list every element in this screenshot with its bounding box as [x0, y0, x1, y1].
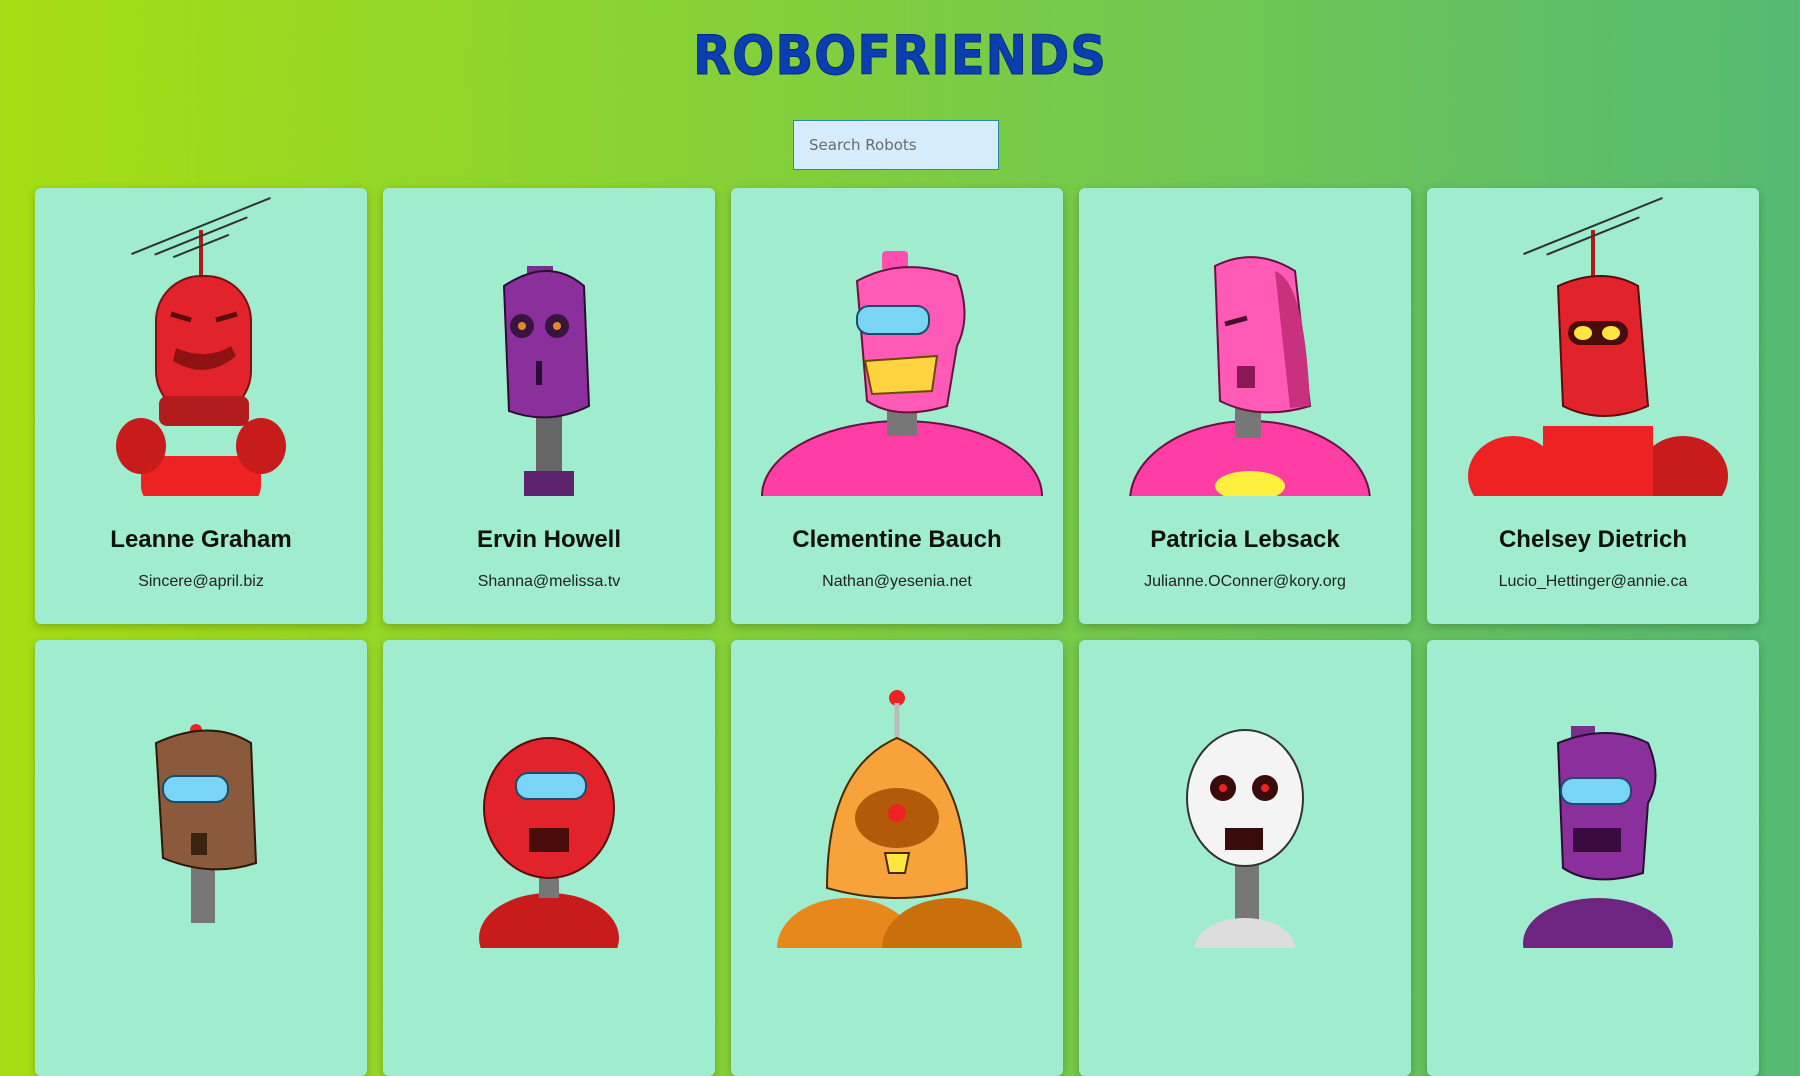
- orange-cyclops-robot-icon: [777, 690, 1022, 948]
- robot-name: Chelsey Dietrich: [1498, 526, 1688, 553]
- robot-card[interactable]: [731, 640, 1063, 1076]
- robot-name: Patricia Lebsack: [1150, 526, 1340, 553]
- robot-card[interactable]: [35, 640, 367, 1076]
- robot-name: Clementine Bauch: [792, 526, 1002, 553]
- page-title: ROBOFRIENDS: [693, 24, 1107, 88]
- robot-card[interactable]: Chelsey Dietrich Lucio_Hettinger@annie.c…: [1427, 188, 1759, 624]
- robot-card[interactable]: Patricia Lebsack Julianne.OConner@kory.o…: [1079, 188, 1411, 624]
- robot-card[interactable]: Ervin Howell Shanna@melissa.tv: [383, 188, 715, 624]
- brown-robot-icon: [154, 724, 258, 923]
- robot-email: Lucio_Hettinger@annie.ca: [1498, 573, 1688, 590]
- robot-email: Shanna@melissa.tv: [477, 573, 621, 590]
- robot-card[interactable]: Clementine Bauch Nathan@yesenia.net: [731, 188, 1063, 624]
- red-visor-robot-icon: [479, 737, 619, 948]
- robot-email: Nathan@yesenia.net: [822, 573, 972, 590]
- robot-name: Leanne Graham: [110, 526, 292, 553]
- robot-card[interactable]: [1427, 640, 1759, 1076]
- header: ROBOFRIENDS: [0, 24, 1800, 88]
- robot-email: Sincere@april.biz: [138, 573, 264, 590]
- pink-robot-icon: [1129, 256, 1371, 496]
- purple-visor-robot-icon: [1523, 726, 1673, 948]
- robot-card[interactable]: [383, 640, 715, 1076]
- red-antenna-robot-icon: [116, 196, 286, 496]
- red-yellow-eyes-robot-icon: [1468, 196, 1728, 496]
- robot-name: Ervin Howell: [476, 526, 622, 553]
- purple-robot-icon: [502, 266, 591, 496]
- robot-card[interactable]: [1079, 640, 1411, 1076]
- robot-email: Julianne.OConner@kory.org: [1144, 573, 1346, 590]
- pink-grin-robot-icon: [761, 251, 1043, 496]
- robot-card[interactable]: Leanne Graham Sincere@april.biz: [35, 188, 367, 624]
- search-input[interactable]: [793, 120, 999, 170]
- white-skull-robot-icon: [1186, 729, 1304, 948]
